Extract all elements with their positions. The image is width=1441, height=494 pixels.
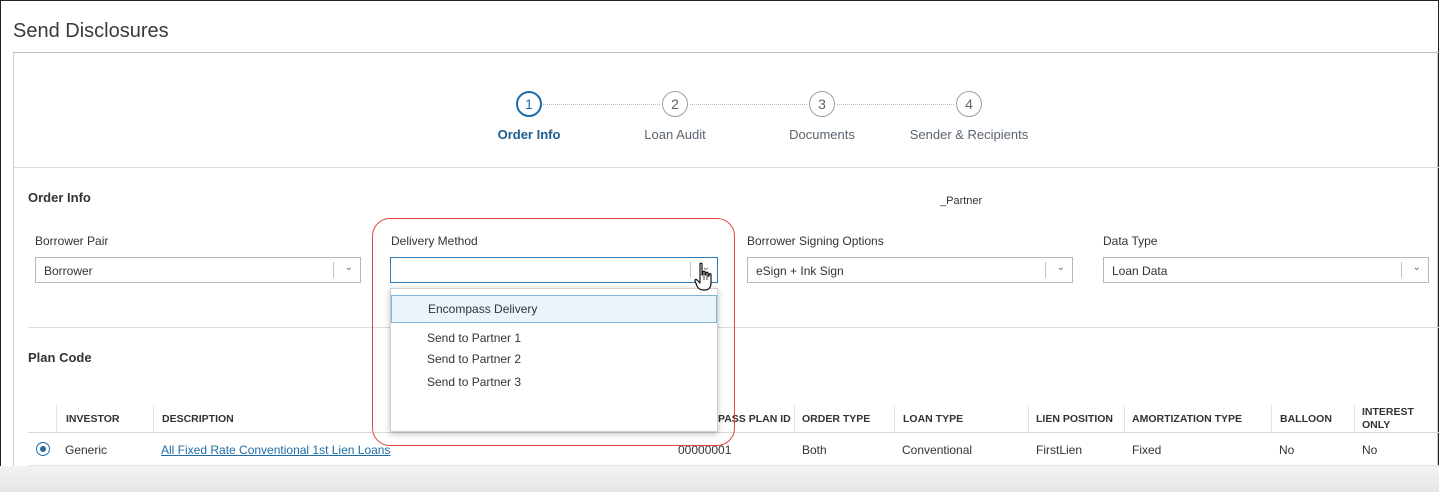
row-select-radio[interactable] — [36, 442, 50, 456]
step-label: Loan Audit — [644, 127, 706, 142]
cell-loan-type: Conventional — [902, 443, 973, 457]
borrower-pair-value: Borrower — [44, 264, 93, 278]
footer-shade — [0, 466, 1439, 492]
dropdown-option-encompass-delivery[interactable]: Encompass Delivery — [391, 295, 717, 323]
delivery-method-dropdown[interactable]: Encompass Delivery Send to Partner 1 Sen… — [390, 288, 718, 432]
column-header-interest-only[interactable]: INTEREST ONLY — [1362, 406, 1422, 432]
dropdown-option-partner-1[interactable]: Send to Partner 1 — [391, 331, 717, 345]
step-number: 2 — [662, 91, 688, 117]
cell-plan-id: 00000001 — [678, 443, 732, 457]
column-separator — [1028, 405, 1029, 433]
column-header-amortization-type[interactable]: AMORTIZATION TYPE — [1132, 413, 1242, 425]
panel-left-border — [13, 53, 14, 473]
chevron-down-icon[interactable]: ⌄ — [1413, 262, 1421, 273]
cell-order-type: Both — [802, 443, 827, 457]
signing-options-value: eSign + Ink Sign — [756, 264, 844, 278]
column-header-order-type[interactable]: ORDER TYPE — [802, 413, 870, 425]
step-label: Sender & Recipients — [909, 127, 1029, 142]
panel-right-border — [1437, 53, 1438, 473]
section-divider — [13, 167, 1439, 168]
hand-pointer-icon — [694, 262, 712, 291]
column-separator — [1354, 405, 1355, 433]
delivery-method-select[interactable]: ⌄ — [390, 257, 718, 283]
step-loan-audit[interactable]: 2 Loan Audit — [605, 91, 745, 142]
signing-options-label: Borrower Signing Options — [747, 234, 884, 248]
column-header-description[interactable]: DESCRIPTION — [162, 413, 234, 425]
description-link[interactable]: All Fixed Rate Conventional 1st Lien Loa… — [161, 443, 390, 457]
column-separator — [894, 405, 895, 433]
cell-amortization-type: Fixed — [1132, 443, 1162, 457]
column-separator — [1124, 405, 1125, 433]
data-type-value: Loan Data — [1112, 264, 1168, 278]
dropdown-option-partner-3[interactable]: Send to Partner 3 — [391, 375, 717, 389]
column-separator — [153, 405, 154, 433]
step-number: 1 — [516, 91, 542, 117]
column-header-loan-type[interactable]: LOAN TYPE — [903, 413, 963, 425]
column-separator — [56, 405, 57, 433]
step-label: Documents — [789, 127, 855, 142]
cell-investor: Generic — [65, 443, 108, 457]
step-sender-recipients[interactable]: 4 Sender & Recipients — [899, 91, 1039, 142]
column-separator — [794, 405, 795, 433]
column-separator — [1271, 405, 1272, 433]
table-header-divider — [28, 432, 1439, 433]
step-label: Order Info — [497, 127, 561, 142]
column-header-investor[interactable]: INVESTOR — [66, 413, 119, 425]
partner-label: _Partner — [940, 195, 983, 207]
order-info-heading: Order Info — [28, 190, 91, 205]
cell-lien-position: FirstLien — [1036, 443, 1083, 457]
chevron-down-icon[interactable]: ⌄ — [345, 262, 353, 273]
step-number: 3 — [809, 91, 835, 117]
title-divider — [13, 52, 1439, 53]
select-separator — [1045, 262, 1046, 278]
delivery-method-label: Delivery Method — [391, 234, 478, 248]
step-documents[interactable]: 3 Documents — [752, 91, 892, 142]
plan-code-heading: Plan Code — [28, 350, 92, 365]
page-title: Send Disclosures — [13, 20, 169, 42]
column-header-balloon[interactable]: BALLOON — [1280, 413, 1332, 425]
step-order-info[interactable]: 1 Order Info — [459, 91, 599, 142]
data-type-select[interactable]: Loan Data ⌄ — [1103, 257, 1429, 283]
select-separator — [1401, 262, 1402, 278]
select-separator — [690, 262, 691, 278]
dropdown-option-partner-2[interactable]: Send to Partner 2 — [391, 352, 717, 366]
cell-balloon: No — [1279, 443, 1295, 457]
cell-interest-only: No — [1362, 443, 1378, 457]
borrower-pair-label: Borrower Pair — [35, 234, 109, 248]
select-separator — [333, 262, 334, 278]
borrower-pair-select[interactable]: Borrower ⌄ — [35, 257, 361, 283]
column-header-plan-id[interactable]: PASS PLAN ID — [718, 413, 791, 425]
signing-options-select[interactable]: eSign + Ink Sign ⌄ — [747, 257, 1073, 283]
data-type-label: Data Type — [1103, 234, 1158, 248]
section-divider — [28, 327, 1439, 328]
column-header-lien-position[interactable]: LIEN POSITION — [1036, 413, 1113, 425]
chevron-down-icon[interactable]: ⌄ — [1057, 262, 1065, 273]
step-number: 4 — [956, 91, 982, 117]
cell-description[interactable]: All Fixed Rate Conventional 1st Lien Loa… — [161, 443, 390, 457]
